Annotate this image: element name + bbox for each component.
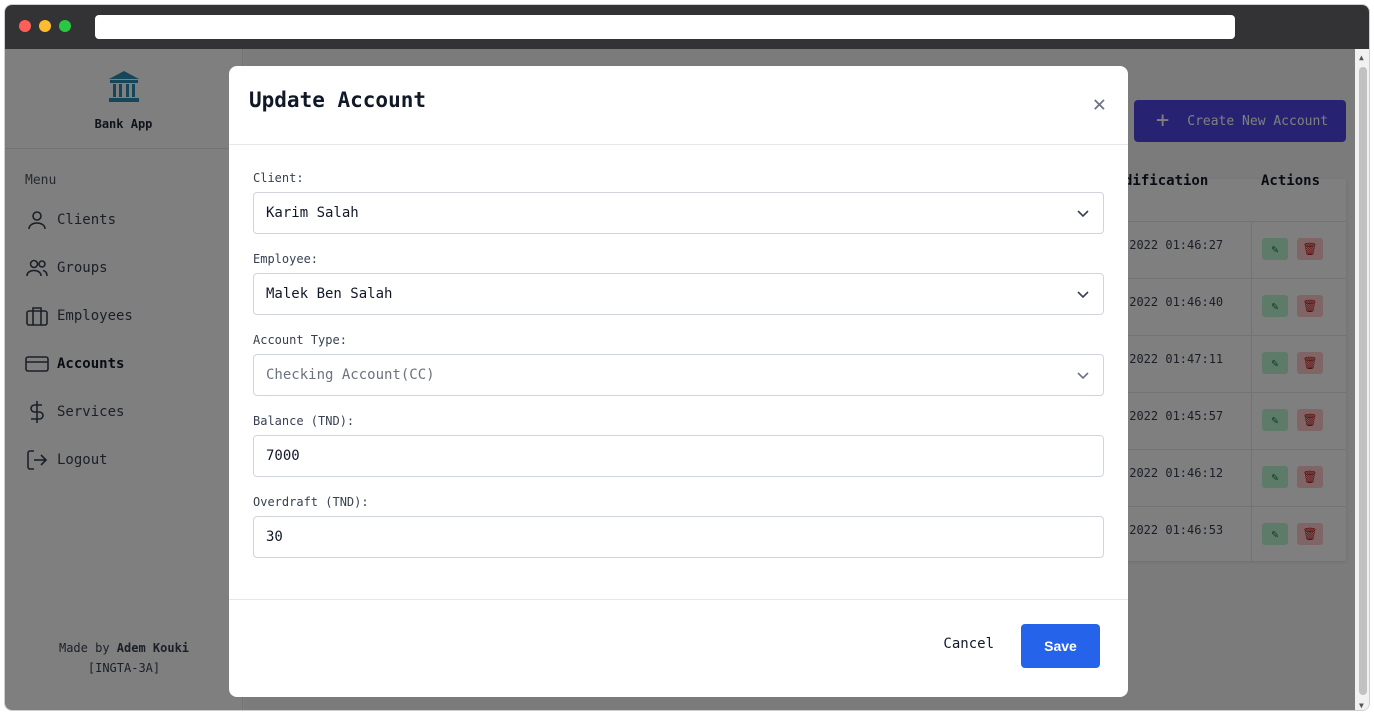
close-icon[interactable]: ✕	[1093, 94, 1106, 116]
employee-selected-value: Malek Ben Salah	[266, 286, 393, 302]
balance-label: Balance (TND):	[253, 414, 355, 428]
employee-field: Employee: Malek Ben Salah	[253, 252, 1104, 315]
employee-select[interactable]: Malek Ben Salah	[253, 273, 1104, 315]
page-scrollbar[interactable]: ▲ ▼	[1355, 49, 1369, 710]
modal-title: Update Account	[249, 88, 427, 112]
update-account-modal: Update Account ✕ Client: Karim Salah Emp…	[229, 66, 1128, 697]
cancel-button[interactable]: Cancel	[943, 636, 994, 652]
browser-toolbar	[5, 5, 1369, 49]
minimize-window-button[interactable]	[39, 20, 51, 32]
scrollbar-thumb[interactable]	[1359, 67, 1367, 695]
chevron-down-icon	[1077, 372, 1089, 380]
employee-label: Employee:	[253, 252, 319, 266]
account-type-label: Account Type:	[253, 333, 347, 347]
account-type-selected-value: Checking Account(CC)	[266, 367, 435, 383]
client-selected-value: Karim Salah	[266, 205, 359, 221]
overdraft-field: Overdraft (TND):	[253, 495, 1104, 558]
client-select[interactable]: Karim Salah	[253, 192, 1104, 234]
account-type-field: Account Type: Checking Account(CC)	[253, 333, 1104, 396]
maximize-window-button[interactable]	[59, 20, 71, 32]
balance-field: Balance (TND):	[253, 414, 1104, 477]
scroll-up-icon[interactable]: ▲	[1359, 53, 1364, 62]
save-button[interactable]: Save	[1021, 624, 1100, 668]
modal-footer: Cancel Save	[229, 600, 1128, 696]
client-label: Client:	[253, 171, 304, 185]
close-window-button[interactable]	[19, 20, 31, 32]
overdraft-input[interactable]	[253, 516, 1104, 558]
client-field: Client: Karim Salah	[253, 171, 1104, 234]
address-bar[interactable]	[95, 15, 1235, 39]
overdraft-label: Overdraft (TND):	[253, 495, 369, 509]
chevron-down-icon	[1077, 210, 1089, 218]
scroll-down-icon[interactable]: ▼	[1359, 701, 1364, 710]
modal-body: Client: Karim Salah Employee: Malek Ben …	[229, 145, 1128, 600]
balance-input[interactable]	[253, 435, 1104, 477]
account-type-select[interactable]: Checking Account(CC)	[253, 354, 1104, 396]
modal-header: Update Account ✕	[229, 66, 1128, 145]
chevron-down-icon	[1077, 291, 1089, 299]
